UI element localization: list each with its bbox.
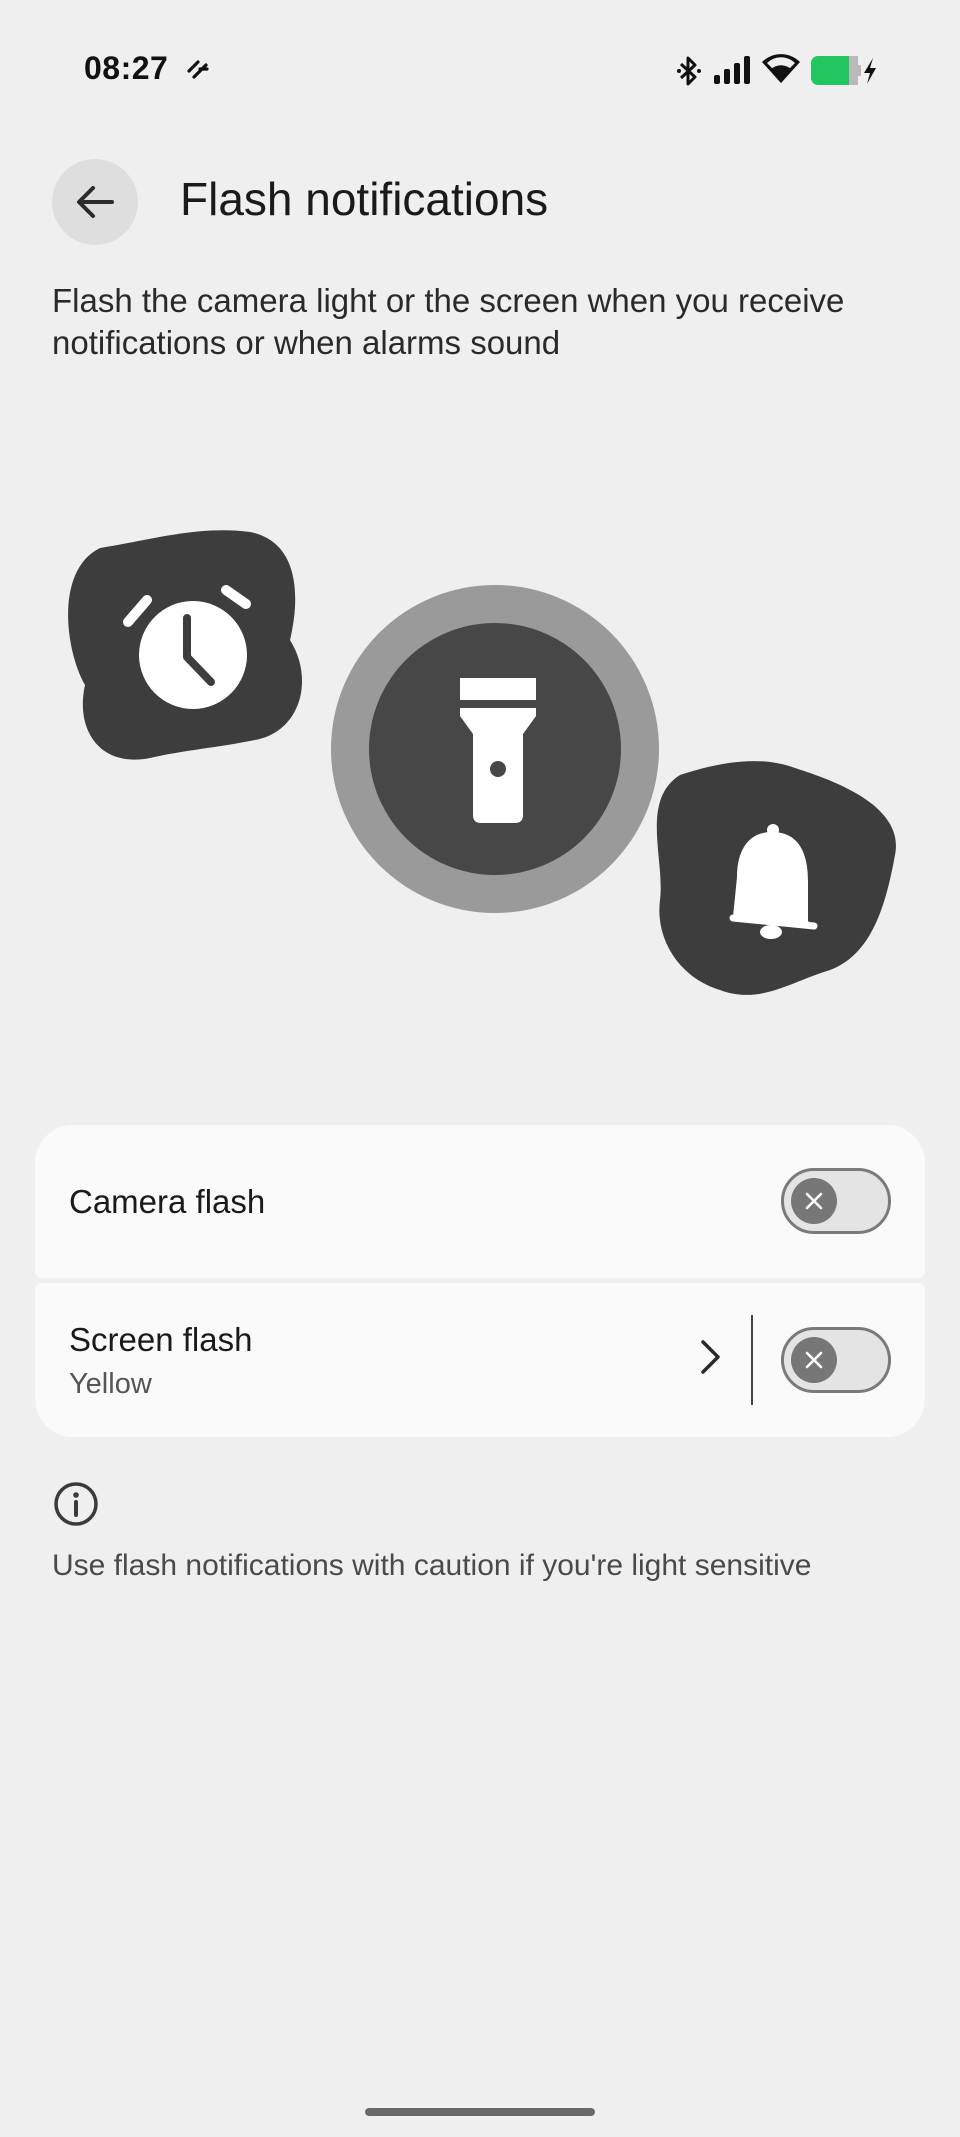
flashlight-icon: [331, 585, 659, 913]
notification-app-icon: [186, 57, 210, 86]
cellular-signal-icon: [714, 56, 750, 89]
flash-illustration: [0, 500, 960, 1020]
arrow-left-icon: [76, 185, 114, 219]
wifi-icon: [762, 54, 800, 89]
camera-flash-label: Camera flash: [69, 1183, 266, 1220]
status-time: 08:27: [84, 50, 169, 86]
screen-flash-color-value: Yellow: [69, 1368, 152, 1400]
settings-card: Camera flash Screen flash Yellow: [35, 1125, 925, 1437]
row-divider: [751, 1315, 753, 1405]
close-icon: [803, 1190, 825, 1212]
status-bar: 08:27: [0, 0, 960, 140]
screen-flash-settings-link[interactable]: [35, 1283, 755, 1437]
page-title: Flash notifications: [180, 173, 549, 225]
back-button[interactable]: [52, 159, 138, 245]
camera-flash-row[interactable]: Camera flash: [35, 1125, 925, 1278]
caution-text: Use flash notifications with caution if …: [52, 1549, 812, 1582]
info-icon: [53, 1481, 99, 1532]
screen-flash-row: Screen flash Yellow: [35, 1283, 925, 1437]
battery-charging-icon: [811, 56, 877, 91]
close-icon: [803, 1349, 825, 1371]
bluetooth-icon: [676, 54, 702, 93]
bell-icon: [656, 761, 896, 995]
toggle-knob: [791, 1178, 837, 1224]
toggle-knob: [791, 1337, 837, 1383]
screen-flash-toggle[interactable]: [781, 1327, 891, 1393]
page-description: Flash the camera light or the screen whe…: [52, 282, 845, 361]
screen-flash-label: Screen flash: [69, 1321, 253, 1358]
chevron-right-icon: [699, 1338, 723, 1381]
camera-flash-toggle[interactable]: [781, 1168, 891, 1234]
alarm-clock-icon: [68, 530, 303, 760]
home-indicator[interactable]: [365, 2108, 595, 2116]
